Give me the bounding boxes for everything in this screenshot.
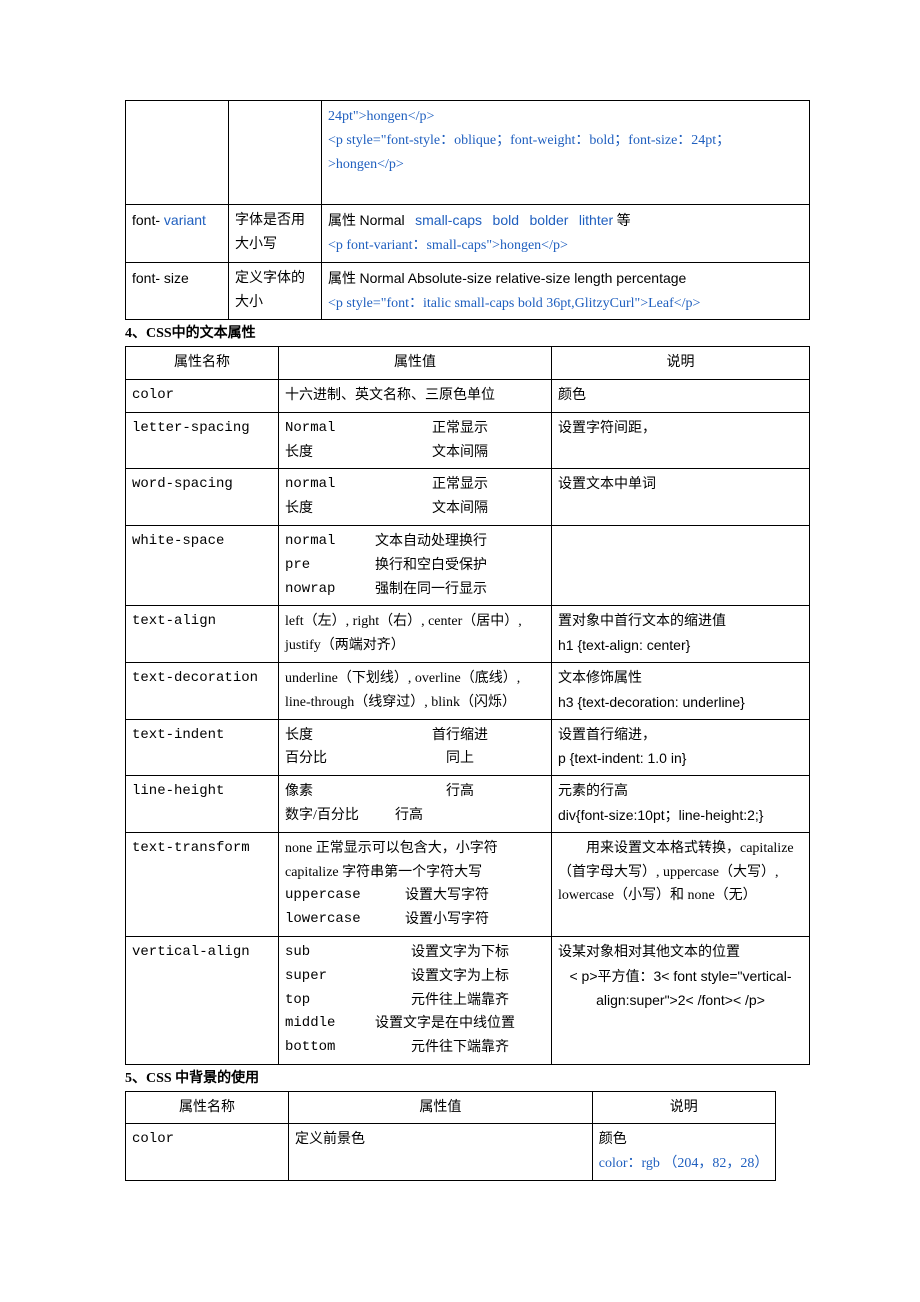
- desc-line: 文本修饰属性: [558, 667, 803, 691]
- prop-desc: 定义字体的大小: [229, 262, 322, 320]
- desc-code: h3 {text-decoration: underline}: [558, 691, 803, 715]
- table-font-cont: 24pt">hongen</p> <p style="font-style：ob…: [125, 100, 810, 320]
- table-row: color 定义前景色 颜色 color：rgb （204，82，28）: [126, 1124, 776, 1181]
- prop-desc: 用来设置文本格式转换，capitalize（首字母大写）, uppercase（…: [552, 832, 810, 936]
- table-row: word-spacing normal正常显示 长度文本间隔 设置文本中单词: [126, 469, 810, 526]
- val-lighter: lithter: [579, 212, 613, 228]
- prop-name: text-decoration: [126, 662, 279, 719]
- code-example: 24pt">hongen</p>: [328, 109, 434, 124]
- desc-code: h1 {text-align: center}: [558, 634, 803, 658]
- desc-line: 颜色: [599, 1128, 769, 1152]
- prop-name: font- size: [126, 262, 229, 320]
- prop-name: word-spacing: [126, 469, 279, 526]
- prop-desc: 设置文本中单词: [552, 469, 810, 526]
- val-bold: bold: [493, 212, 519, 228]
- val-normal: Normal: [360, 212, 405, 228]
- prop-name: line-height: [126, 776, 279, 833]
- col-header-name: 属性名称: [126, 347, 279, 380]
- prop-desc: 字体是否用大小写: [229, 205, 322, 263]
- col-header-value: 属性值: [289, 1091, 593, 1124]
- prop-name: text-indent: [126, 719, 279, 776]
- val-suffix: 等: [617, 214, 631, 229]
- val-line: none 正常显示可以包含大，小字符: [285, 837, 545, 861]
- prop-name: text-align: [126, 606, 279, 663]
- prop-value: left（左）, right（右）, center（居中）, justify（两…: [279, 606, 552, 663]
- table-row: color 十六进制、英文名称、三原色单位 颜色: [126, 379, 810, 412]
- table-row: line-height 像素行高 数字/百分比行高 元素的行高 div{font…: [126, 776, 810, 833]
- val-rest: Normal Absolute-size relative-size lengt…: [360, 270, 687, 286]
- prop-name: text-transform: [126, 832, 279, 936]
- table-row: text-transform none 正常显示可以包含大，小字符 capita…: [126, 832, 810, 936]
- desc-line: 设某对象相对其他文本的位置: [558, 941, 803, 965]
- table-row: font- variant 字体是否用大小写 属性 Normal small-c…: [126, 205, 810, 263]
- col-header-desc: 说明: [592, 1091, 775, 1124]
- desc-line: 设置首行缩进，: [558, 724, 803, 748]
- table-row: letter-spacing Normal正常显示 长度文本间隔 设置字符间距，: [126, 412, 810, 469]
- code-example: <p style="font：italic small-caps bold 36…: [328, 296, 700, 311]
- table-row: 24pt">hongen</p> <p style="font-style：ob…: [126, 101, 810, 205]
- prop-desc: 颜色: [552, 379, 810, 412]
- desc-code: color：rgb （204，82，28）: [599, 1152, 769, 1176]
- table-background: 属性名称 属性值 说明 color 定义前景色 颜色 color：rgb （20…: [125, 1091, 776, 1181]
- prop-name: vertical-align: [126, 936, 279, 1064]
- val-bolder: bolder: [530, 212, 569, 228]
- code-example: >hongen</p>: [328, 157, 404, 172]
- table-header-row: 属性名称 属性值 说明: [126, 347, 810, 380]
- val-smallcaps: small-caps: [415, 212, 482, 228]
- prop-name: color: [126, 379, 279, 412]
- desc-code: div{font-size:10pt；line-height:2;}: [558, 804, 803, 828]
- prop-name: white-space: [126, 525, 279, 605]
- table-header-row: 属性名称 属性值 说明: [126, 1091, 776, 1124]
- desc-line: 元素的行高: [558, 780, 803, 804]
- table-row: font- size 定义字体的大小 属性 Normal Absolute-si…: [126, 262, 810, 320]
- val-prefix: 属性: [328, 272, 356, 287]
- desc-line: 置对象中首行文本的缩进值: [558, 610, 803, 634]
- val-prefix: 属性: [328, 214, 356, 229]
- col-header-name: 属性名称: [126, 1091, 289, 1124]
- section-title-5: 5、CSS 中背景的使用: [125, 1067, 810, 1091]
- table-text-props: 属性名称 属性值 说明 color 十六进制、英文名称、三原色单位 颜色 let…: [125, 346, 810, 1065]
- table-row: text-decoration underline（下划线）, overline…: [126, 662, 810, 719]
- code-example: <p style="font-style：oblique；font-weight…: [328, 133, 730, 148]
- prop-name-suffix: variant: [164, 212, 206, 228]
- prop-value: underline（下划线）, overline（底线）, line-throu…: [279, 662, 552, 719]
- col-header-value: 属性值: [279, 347, 552, 380]
- desc-code: p {text-indent: 1.0 in}: [558, 747, 803, 771]
- prop-name: color: [126, 1124, 289, 1181]
- table-row: vertical-align sub设置文字为下标 super设置文字为上标 t…: [126, 936, 810, 1064]
- table-row: text-align left（左）, right（右）, center（居中）…: [126, 606, 810, 663]
- code-example: <p font-variant：small-caps">hongen</p>: [328, 238, 568, 253]
- val-line: capitalize 字符串第一个字符大写: [285, 861, 545, 885]
- prop-value: 定义前景色: [289, 1124, 593, 1181]
- section-title-4: 4、CSS中的文本属性: [125, 322, 810, 346]
- prop-name: letter-spacing: [126, 412, 279, 469]
- table-row: white-space normal文本自动处理换行 pre换行和空白受保护 n…: [126, 525, 810, 605]
- prop-name-prefix: font-: [132, 212, 164, 228]
- desc-code: < p>平方值：3< font style="vertical-align:su…: [558, 965, 803, 1013]
- col-header-desc: 说明: [552, 347, 810, 380]
- table-row: text-indent 长度首行缩进 百分比同上 设置首行缩进， p {text…: [126, 719, 810, 776]
- prop-value: 十六进制、英文名称、三原色单位: [279, 379, 552, 412]
- prop-desc: 设置字符间距，: [552, 412, 810, 469]
